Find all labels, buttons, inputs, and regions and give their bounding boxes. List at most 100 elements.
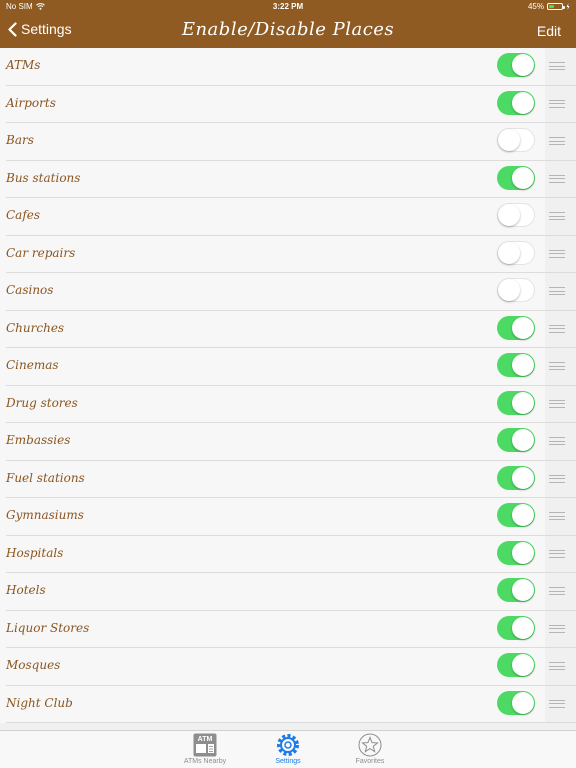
battery-percent: 45% bbox=[527, 2, 544, 11]
place-toggle-switch[interactable] bbox=[497, 540, 535, 565]
place-toggle-switch[interactable] bbox=[497, 653, 535, 677]
place-toggle-switch[interactable] bbox=[497, 390, 535, 415]
list-item: Casinos bbox=[0, 273, 576, 311]
reorder-handle-icon[interactable] bbox=[549, 474, 565, 483]
place-label: Car repairs bbox=[6, 245, 76, 260]
place-toggle-switch[interactable] bbox=[497, 503, 535, 527]
toggle-knob bbox=[512, 579, 534, 601]
list-item: Hospitals bbox=[0, 535, 576, 573]
row-background bbox=[0, 235, 545, 273]
reorder-handle-icon[interactable] bbox=[549, 174, 565, 183]
place-toggle-switch[interactable] bbox=[497, 53, 535, 77]
toggle-knob bbox=[512, 354, 534, 376]
place-label: Drug stores bbox=[6, 395, 78, 410]
place-label: Fuel stations bbox=[6, 470, 85, 485]
reorder-handle-icon[interactable] bbox=[549, 99, 565, 108]
tab-favorites-label: Favorites bbox=[355, 758, 385, 765]
toggle-knob bbox=[512, 504, 534, 526]
place-toggle-switch[interactable] bbox=[497, 278, 535, 302]
charging-icon bbox=[566, 3, 570, 10]
list-item: Churches bbox=[0, 310, 576, 348]
navigation-bar: Settings Enable/Disable Places Edit bbox=[0, 14, 576, 48]
reorder-handle-icon[interactable] bbox=[549, 324, 565, 333]
place-toggle-switch[interactable] bbox=[497, 315, 535, 340]
list-item: Drug stores bbox=[0, 385, 576, 423]
toggle-knob bbox=[512, 91, 534, 114]
place-label: ATMs bbox=[6, 58, 41, 72]
toggle-knob bbox=[512, 54, 534, 76]
list-item: Hotels bbox=[0, 573, 576, 611]
reorder-handle-icon[interactable] bbox=[549, 549, 565, 558]
gear-icon bbox=[277, 734, 299, 756]
reorder-handle-icon[interactable] bbox=[549, 437, 565, 445]
place-toggle-switch[interactable] bbox=[497, 578, 535, 602]
toggle-knob bbox=[512, 391, 534, 414]
place-toggle-switch[interactable] bbox=[497, 428, 535, 452]
reorder-handle-icon[interactable] bbox=[549, 624, 565, 633]
battery-indicator: 45% bbox=[528, 2, 570, 11]
row-background bbox=[0, 685, 545, 723]
list-item: Bus stations bbox=[0, 160, 576, 198]
row-background bbox=[0, 85, 545, 123]
reorder-handle-icon[interactable] bbox=[549, 137, 565, 145]
toggle-knob bbox=[512, 616, 534, 639]
toggle-knob bbox=[512, 541, 534, 564]
place-toggle-switch[interactable] bbox=[497, 90, 535, 115]
place-label: Cafes bbox=[6, 208, 41, 222]
reorder-handle-icon[interactable] bbox=[549, 399, 565, 408]
place-label: Airports bbox=[6, 95, 56, 110]
row-background bbox=[0, 535, 545, 573]
toggle-knob bbox=[498, 204, 520, 226]
list-item: Gymnasiums bbox=[0, 498, 576, 536]
toggle-knob bbox=[512, 429, 534, 451]
row-background bbox=[0, 310, 545, 348]
row-background bbox=[0, 273, 545, 311]
list-item: Cinemas bbox=[0, 348, 576, 386]
toggle-knob bbox=[512, 166, 534, 189]
toggle-knob bbox=[512, 466, 534, 489]
tab-favorites[interactable]: Favorites bbox=[335, 733, 405, 765]
place-label: Gymnasiums bbox=[6, 508, 84, 522]
place-label: Cinemas bbox=[6, 358, 59, 372]
toggle-knob bbox=[498, 279, 520, 301]
place-toggle-switch[interactable] bbox=[497, 165, 535, 190]
place-toggle-switch[interactable] bbox=[497, 615, 535, 640]
reorder-handle-icon[interactable] bbox=[549, 587, 565, 595]
place-label: Bus stations bbox=[6, 170, 81, 185]
reorder-handle-icon[interactable] bbox=[549, 249, 565, 258]
toggle-knob bbox=[512, 691, 534, 714]
row-background bbox=[0, 198, 545, 236]
reorder-handle-icon[interactable] bbox=[549, 62, 565, 70]
toggle-knob bbox=[512, 316, 534, 339]
svg-text:ATM: ATM bbox=[198, 736, 213, 743]
edit-button[interactable]: Edit bbox=[537, 23, 561, 39]
reorder-handle-icon[interactable] bbox=[549, 212, 565, 220]
reorder-handle-icon[interactable] bbox=[549, 699, 565, 708]
row-background bbox=[0, 385, 545, 423]
tab-atms-nearby[interactable]: ATM ATMs Nearby bbox=[170, 733, 240, 765]
row-background bbox=[0, 423, 545, 461]
list-item: Car repairs bbox=[0, 235, 576, 273]
list-item: Night Club bbox=[0, 685, 576, 723]
place-label: Mosques bbox=[6, 658, 61, 672]
place-toggle-switch[interactable] bbox=[497, 128, 535, 152]
page-title: Enable/Disable Places bbox=[181, 19, 395, 40]
tab-settings[interactable]: Settings bbox=[253, 733, 323, 765]
reorder-handle-icon[interactable] bbox=[549, 287, 565, 295]
place-toggle-switch[interactable] bbox=[497, 203, 535, 227]
row-background bbox=[0, 573, 545, 611]
reorder-handle-icon[interactable] bbox=[549, 662, 565, 670]
place-toggle-switch[interactable] bbox=[497, 690, 535, 715]
place-label: Bars bbox=[6, 133, 34, 147]
place-toggle-switch[interactable] bbox=[497, 465, 535, 490]
place-toggle-switch[interactable] bbox=[497, 353, 535, 377]
place-label: Liquor Stores bbox=[6, 620, 90, 635]
place-label: Hospitals bbox=[6, 545, 64, 560]
row-background bbox=[0, 123, 545, 161]
place-label: Churches bbox=[6, 320, 65, 335]
list-item: Cafes bbox=[0, 198, 576, 236]
reorder-handle-icon[interactable] bbox=[549, 362, 565, 370]
reorder-handle-icon[interactable] bbox=[549, 512, 565, 520]
star-icon bbox=[358, 733, 382, 757]
place-toggle-switch[interactable] bbox=[497, 240, 535, 265]
